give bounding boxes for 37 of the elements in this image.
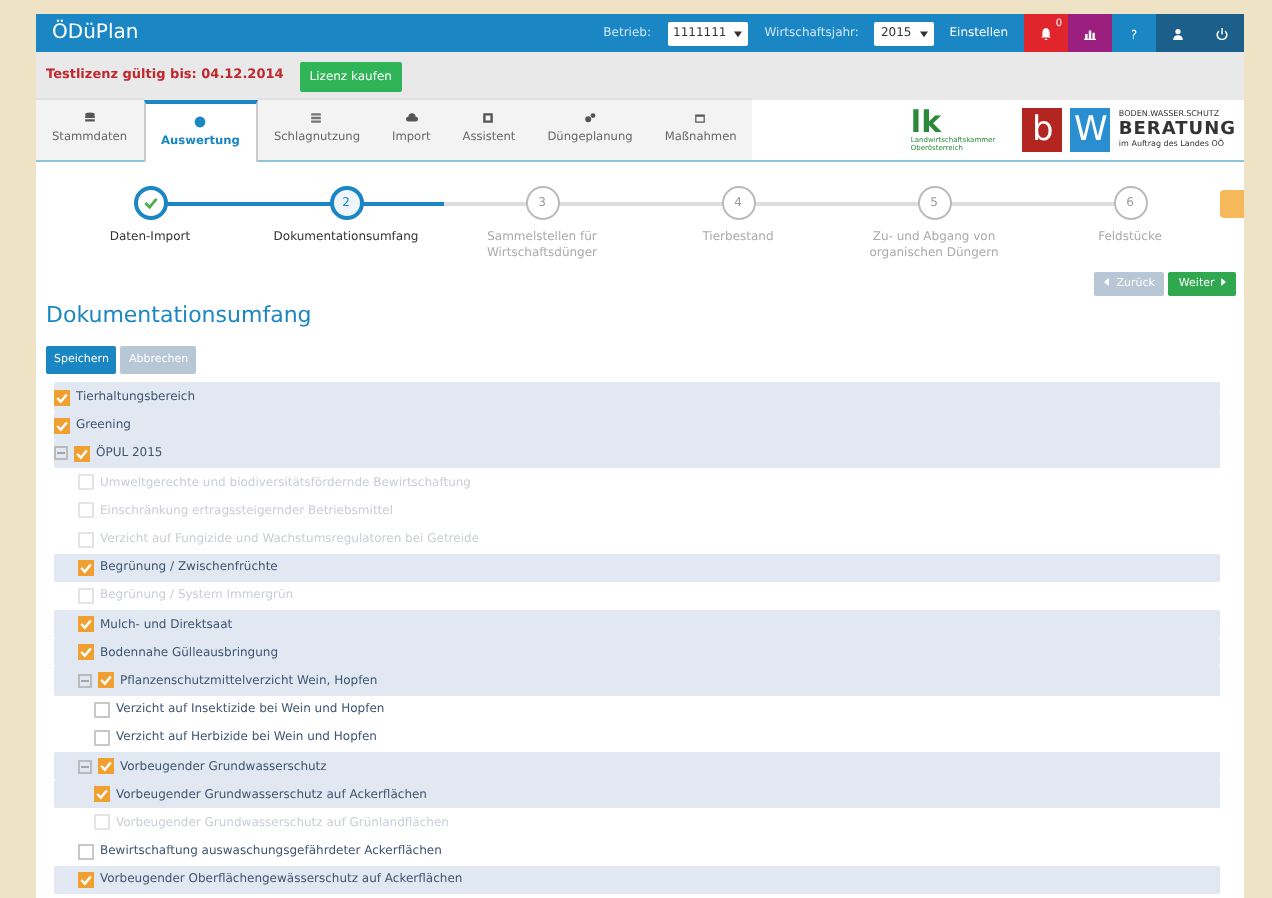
user-button[interactable] [1156,14,1200,52]
list-icon [310,112,323,125]
check-icon [143,196,157,210]
checkbox[interactable] [54,417,70,434]
calendar-icon [694,112,707,125]
logo-title: BERATUNG [1118,119,1236,140]
database-icon [83,112,96,125]
caret-icon [734,29,743,37]
checkbox[interactable] [94,729,110,746]
bar-chart-icon [1084,27,1096,39]
collapse-toggle[interactable] [54,446,68,461]
user-icon [1172,27,1184,39]
lk-logo: lk [910,107,942,138]
arrow-right-icon [1218,278,1226,287]
step-circle[interactable] [133,186,167,220]
section-heading: Dokumentationsumfang [44,300,314,329]
checkbox[interactable] [78,559,94,576]
power-icon [1216,27,1228,39]
chart-button[interactable] [1068,14,1112,52]
checkbox[interactable] [78,644,94,661]
bell-icon [1040,27,1052,39]
arrow-left-icon [1104,278,1113,287]
checkbox[interactable] [74,445,90,462]
b-logo: b [1022,108,1063,152]
power-button[interactable] [1200,14,1244,52]
question-icon [1128,27,1140,39]
checkbox[interactable] [94,786,110,803]
collapse-toggle[interactable] [78,759,92,773]
collapse-toggle[interactable] [78,673,92,688]
cloud-icon [405,112,418,125]
app-title: ÖDüPlan [50,18,139,48]
checkbox[interactable] [94,701,110,718]
checkbox[interactable] [78,843,94,860]
w-logo: W [1070,108,1111,152]
checkbox[interactable] [78,871,94,888]
checkbox[interactable] [98,672,114,689]
caret-icon [919,29,928,37]
